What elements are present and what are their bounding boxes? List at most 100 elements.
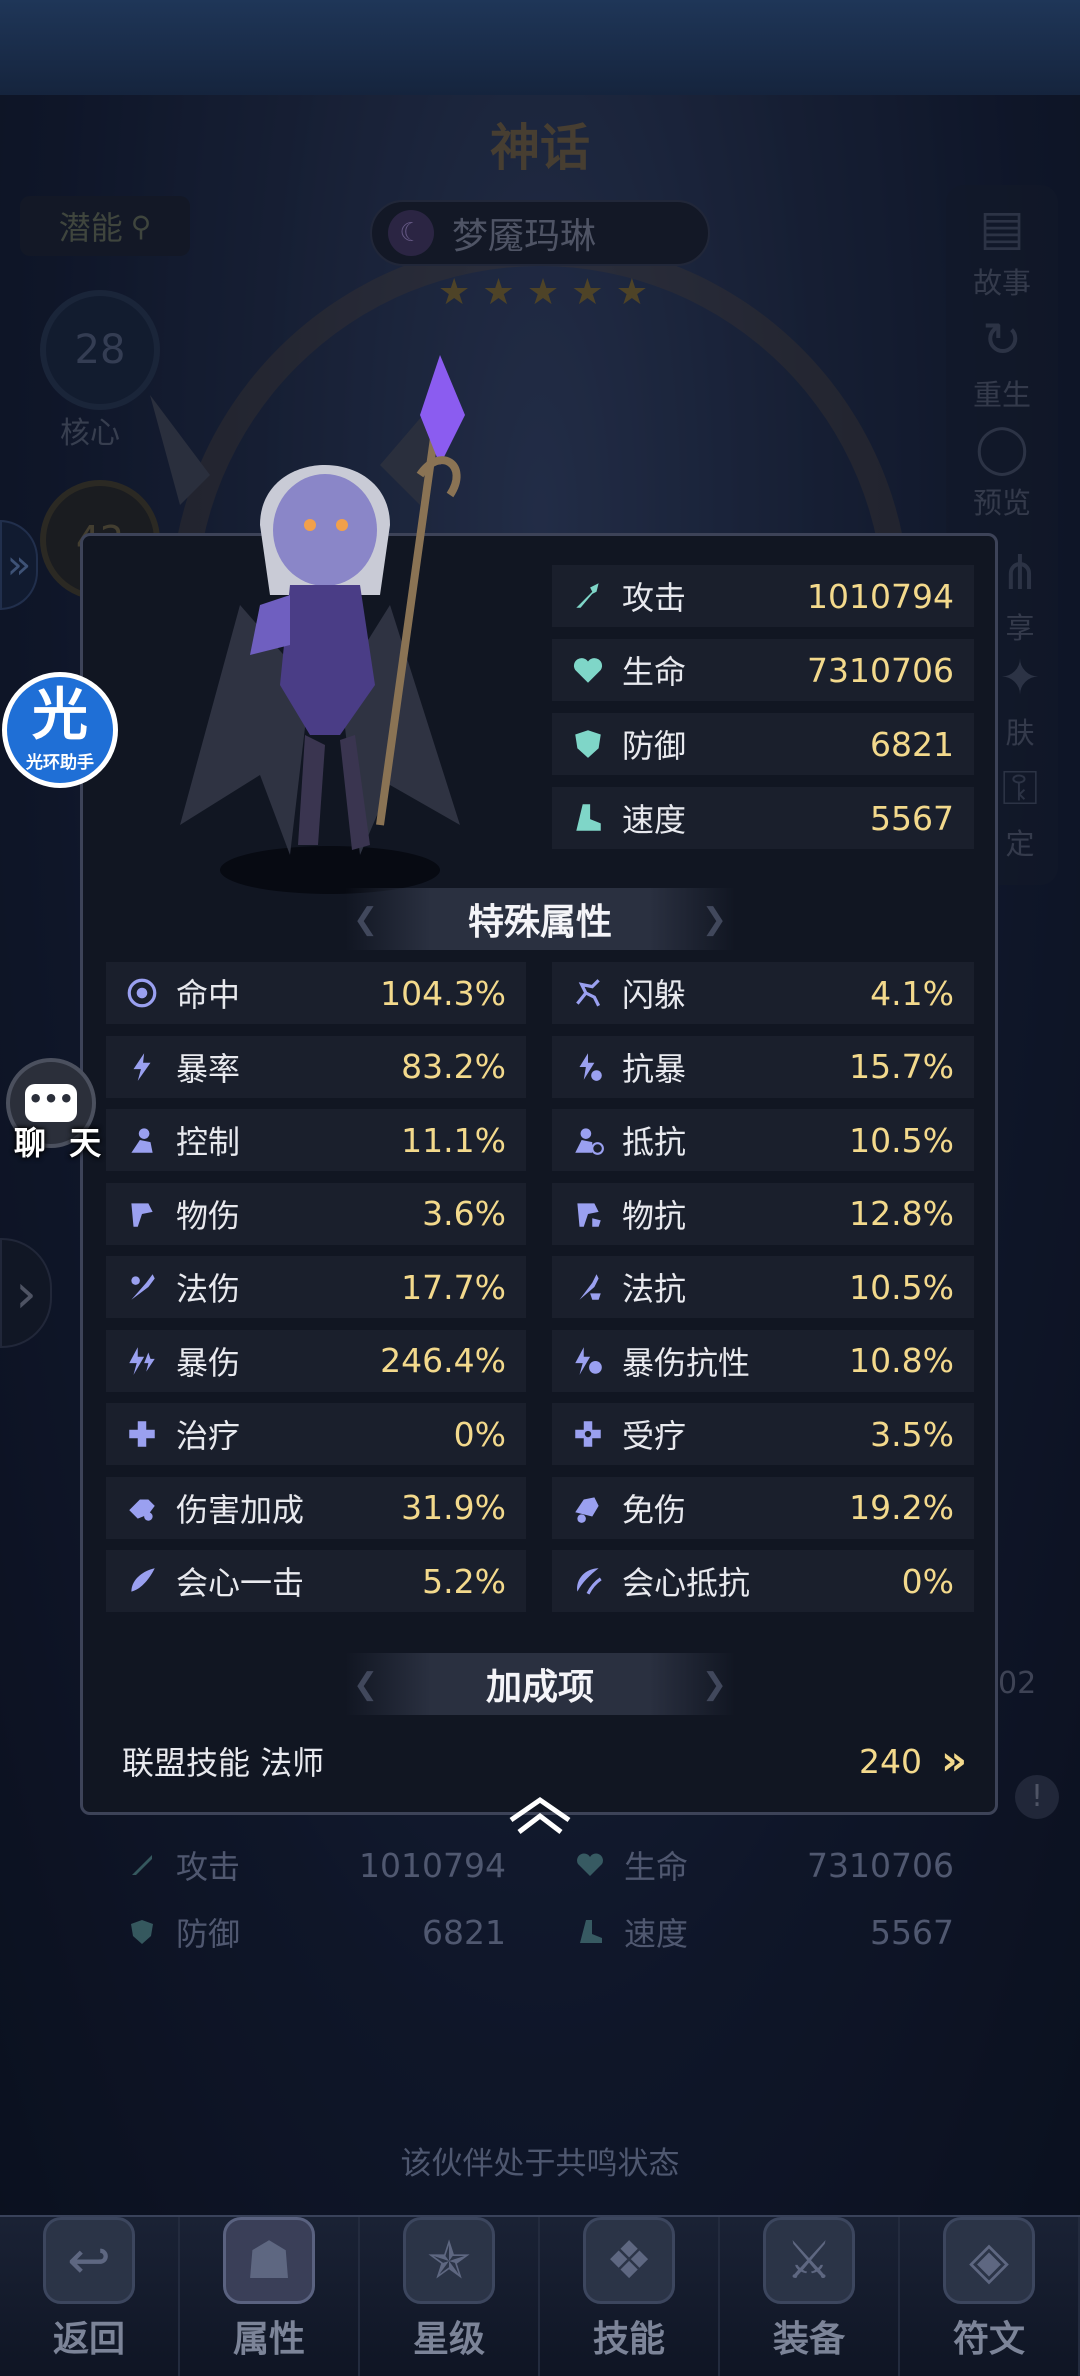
control-icon bbox=[122, 1120, 162, 1160]
phys-dmg-icon bbox=[122, 1194, 162, 1234]
critical-strike-icon bbox=[122, 1561, 162, 1601]
special-attributes-title: 特殊属性 bbox=[467, 902, 612, 943]
equipment-icon: ⚔ bbox=[763, 2217, 855, 2304]
stat-value: 0% bbox=[453, 1414, 506, 1454]
special-stat-row: 法伤 17.7% bbox=[106, 1256, 526, 1318]
stat-label: 免伤 bbox=[622, 1490, 687, 1529]
heart-icon bbox=[568, 650, 608, 690]
ornament-left-icon: ❮ bbox=[353, 1667, 379, 1702]
special-stat-row: 抗暴 15.7% bbox=[552, 1035, 974, 1098]
crit-dmg-resist-icon bbox=[568, 1341, 608, 1381]
stat-row-attack: 攻击 1010794 bbox=[552, 565, 974, 627]
stat-value: 10.5% bbox=[849, 1120, 954, 1160]
special-stat-row: 治疗 0% bbox=[106, 1403, 526, 1465]
nav-label: 符文 bbox=[952, 2319, 1025, 2360]
target-icon bbox=[122, 973, 162, 1013]
stat-value: 7310706 bbox=[807, 650, 954, 690]
resonance-status: 该伙伴处于共鸣状态 bbox=[400, 2146, 680, 2182]
boot-icon bbox=[568, 798, 608, 838]
stat-value: 1010794 bbox=[807, 576, 954, 616]
stat-label: 物伤 bbox=[176, 1196, 241, 1235]
dodge-icon bbox=[568, 973, 608, 1013]
stat-value: 246.4% bbox=[380, 1341, 506, 1380]
special-stat-row: 控制 11.1% bbox=[106, 1109, 526, 1171]
collapse-panel-button[interactable] bbox=[500, 1790, 580, 1840]
stat-row-health: 生命 7310706 bbox=[552, 639, 974, 701]
rune-icon: ◈ bbox=[943, 2217, 1035, 2304]
stat-label: 物抗 bbox=[622, 1196, 687, 1235]
stat-label: 暴率 bbox=[176, 1049, 241, 1088]
nav-back[interactable]: ↩ 返回 bbox=[0, 2217, 180, 2376]
nav-skills[interactable]: ❖ 技能 bbox=[540, 2217, 720, 2376]
special-stat-row: 物伤 3.6% bbox=[106, 1182, 526, 1245]
stat-value: 83.2% bbox=[401, 1047, 506, 1086]
stat-row-defense: 防御 6821 bbox=[552, 713, 974, 775]
stat-label: 会心抵抗 bbox=[622, 1564, 751, 1602]
shield-icon bbox=[568, 724, 608, 764]
special-stat-row: 命中 104.3% bbox=[106, 962, 526, 1024]
stat-label: 闪躲 bbox=[622, 976, 687, 1014]
stat-label: 受疗 bbox=[622, 1417, 687, 1455]
attributes-icon: ☗ bbox=[223, 2217, 315, 2304]
ghost-stat-value: 5567 bbox=[870, 1912, 954, 1952]
ghost-stat-row: 生命 7310706 bbox=[554, 1836, 974, 1894]
ghost-stat-label: 防御 bbox=[176, 1915, 241, 1953]
nav-equipment[interactable]: ⚔ 装备 bbox=[720, 2217, 900, 2376]
stat-value: 17.7% bbox=[401, 1267, 506, 1307]
ornament-left-icon: ❮ bbox=[353, 902, 379, 937]
nav-runes[interactable]: ◈ 符文 bbox=[900, 2217, 1080, 2376]
stat-label: 暴伤抗性 bbox=[622, 1343, 751, 1382]
ghost-stat-row: 速度 5567 bbox=[554, 1903, 974, 1961]
special-stat-row: 暴伤抗性 10.8% bbox=[552, 1329, 974, 1392]
resist-icon bbox=[568, 1120, 608, 1160]
stat-label: 防御 bbox=[622, 727, 687, 765]
nav-attributes[interactable]: ☗ 属性 bbox=[180, 2217, 360, 2376]
stat-value: 15.7% bbox=[849, 1047, 954, 1086]
stat-label: 会心一击 bbox=[176, 1564, 305, 1602]
special-stat-row: 闪躲 4.1% bbox=[552, 962, 974, 1024]
guanghuan-logo: 光 bbox=[32, 682, 88, 748]
nav-label: 返回 bbox=[52, 2319, 125, 2360]
back-icon: ↩ bbox=[43, 2217, 135, 2304]
stat-value: 3.6% bbox=[422, 1194, 506, 1233]
stat-label: 伤害加成 bbox=[176, 1490, 305, 1529]
stat-value: 3.5% bbox=[870, 1414, 954, 1454]
dmg-reduction-icon bbox=[568, 1488, 608, 1528]
magic-dmg-icon bbox=[122, 1267, 162, 1307]
nav-label: 属性 bbox=[232, 2319, 305, 2360]
ghost-stat-row: 防御 6821 bbox=[106, 1903, 526, 1961]
attack-icon bbox=[568, 576, 608, 616]
stat-label: 暴伤 bbox=[176, 1343, 241, 1382]
skill-book-icon: ❖ bbox=[583, 2217, 675, 2304]
guanghuan-assistant-button[interactable]: 光 光环助手 bbox=[2, 672, 118, 788]
crit-resist-icon bbox=[568, 1047, 608, 1087]
bottom-nav: ↩ 返回 ☗ 属性 ✯ 星级 ❖ 技能 ⚔ 装备 ◈ 符文 bbox=[0, 2215, 1080, 2376]
special-stat-row: 法抗 10.5% bbox=[552, 1256, 974, 1318]
ghost-stat-value: 6821 bbox=[422, 1912, 506, 1952]
stat-label: 法抗 bbox=[622, 1270, 687, 1308]
ghost-stat-label: 生命 bbox=[624, 1848, 689, 1886]
double-chevron-right-icon[interactable]: » bbox=[932, 1738, 976, 1784]
stat-label: 速度 bbox=[622, 801, 687, 839]
stat-label: 法伤 bbox=[176, 1270, 241, 1308]
heal-icon bbox=[122, 1414, 162, 1454]
crit-rate-icon bbox=[122, 1047, 162, 1087]
stat-label: 抵抗 bbox=[622, 1123, 687, 1161]
bonus-title: 加成项 bbox=[485, 1667, 594, 1708]
stat-value: 6821 bbox=[870, 724, 954, 764]
stat-value: 12.8% bbox=[849, 1194, 954, 1233]
magic-resist-icon bbox=[568, 1267, 608, 1307]
stat-value: 10.5% bbox=[849, 1267, 954, 1307]
crit-dmg-icon bbox=[122, 1341, 162, 1381]
nav-label: 装备 bbox=[772, 2319, 845, 2360]
phys-resist-icon bbox=[568, 1194, 608, 1234]
heart-icon bbox=[570, 1845, 610, 1885]
stat-row-speed: 速度 5567 bbox=[552, 787, 974, 849]
nav-star-level[interactable]: ✯ 星级 bbox=[360, 2217, 540, 2376]
ghost-stat-value: 1010794 bbox=[359, 1845, 506, 1885]
bonus-value: 240 bbox=[859, 1741, 922, 1781]
alliance-skill-bonus[interactable]: 联盟技能 法师 240 » bbox=[106, 1730, 976, 1792]
ghost-stat-label: 攻击 bbox=[176, 1848, 241, 1886]
stat-label: 治疗 bbox=[176, 1417, 241, 1455]
stat-value: 31.9% bbox=[401, 1488, 506, 1527]
